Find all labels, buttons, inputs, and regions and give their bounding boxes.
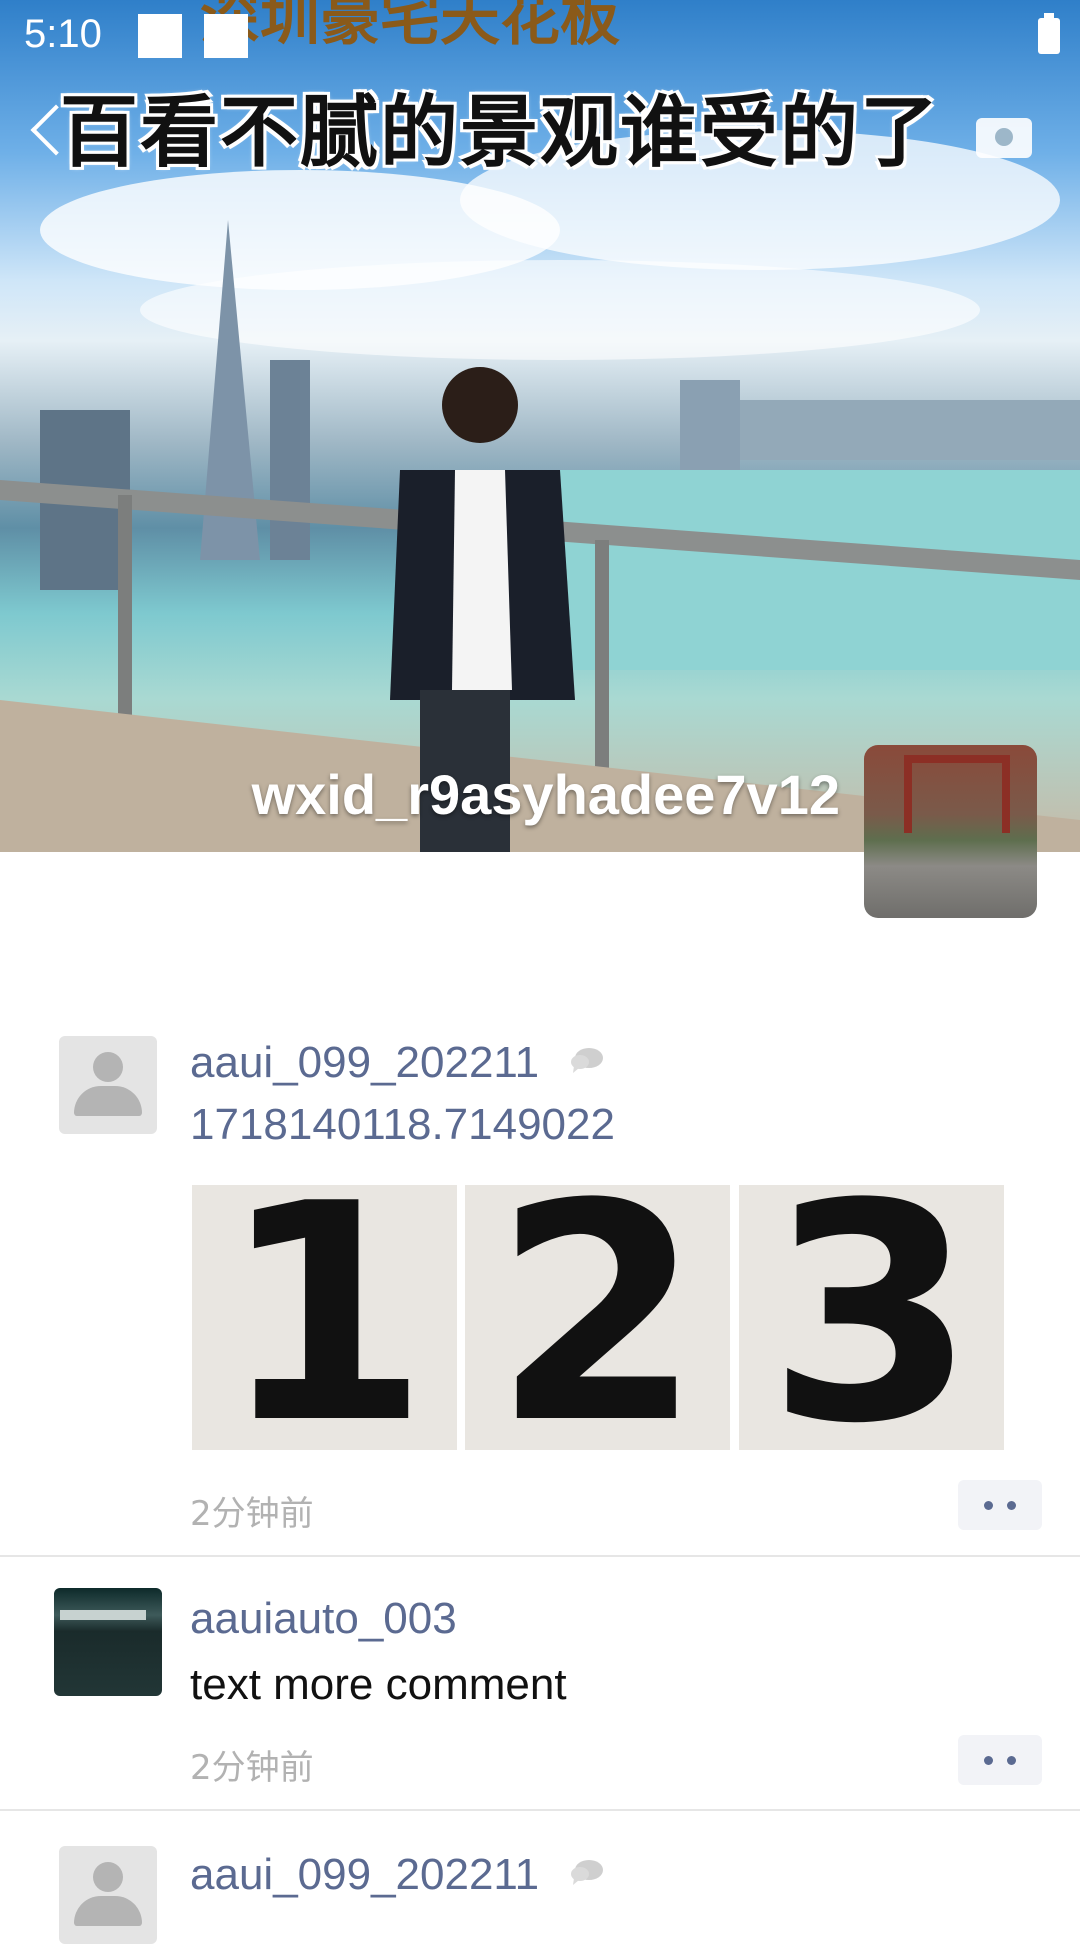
cover-username: wxid_r9asyhadee7v12 bbox=[251, 763, 840, 826]
chat-bubble-icon bbox=[571, 1860, 603, 1885]
post-text: text more comment bbox=[190, 1660, 567, 1709]
cover-banner-text: 百看不腻的景观谁受的了 bbox=[60, 88, 941, 178]
chat-bubble-icon bbox=[571, 1048, 603, 1073]
more-button[interactable] bbox=[958, 1480, 1042, 1530]
photo-digit: 1 bbox=[220, 1185, 429, 1450]
more-button[interactable] bbox=[958, 1735, 1042, 1785]
status-time: 5:10 bbox=[24, 12, 102, 56]
avatar[interactable] bbox=[59, 1846, 157, 1944]
camera-icon[interactable] bbox=[976, 118, 1032, 158]
post-author[interactable]: aaui_099_202211 bbox=[190, 1850, 539, 1900]
divider bbox=[0, 1809, 1080, 1811]
status-bar: 5:10 bbox=[0, 0, 1080, 72]
avatar[interactable] bbox=[59, 1036, 157, 1134]
photo-digit: 3 bbox=[767, 1185, 976, 1450]
post-photo[interactable]: 1 bbox=[192, 1185, 457, 1450]
battery-icon bbox=[1038, 13, 1060, 54]
post-author[interactable]: aauiauto_003 bbox=[190, 1594, 457, 1644]
notification-icon bbox=[138, 14, 182, 58]
post-photo[interactable]: 3 bbox=[739, 1185, 1004, 1450]
avatar[interactable] bbox=[54, 1588, 162, 1696]
post-time: 2分钟前 bbox=[190, 1494, 314, 1534]
photo-digit: 2 bbox=[493, 1185, 702, 1450]
profile-avatar[interactable] bbox=[864, 745, 1037, 918]
divider bbox=[0, 1555, 1080, 1557]
post-time: 2分钟前 bbox=[190, 1748, 314, 1788]
cover-image[interactable]: 深圳豪宅天花板 百看不腻的景观谁受的了 5:10 wxid_r9asyhadee… bbox=[0, 0, 1080, 852]
post-photo[interactable]: 2 bbox=[465, 1185, 730, 1450]
notification-icon bbox=[204, 14, 248, 58]
post-text: 1718140118.7149022 bbox=[190, 1100, 615, 1149]
post-author[interactable]: aaui_099_202211 bbox=[190, 1038, 539, 1088]
